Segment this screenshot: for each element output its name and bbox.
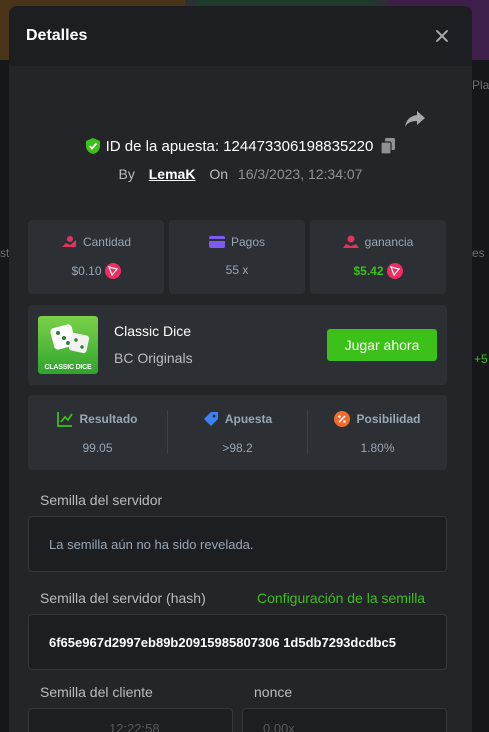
share-icon[interactable]: [404, 110, 426, 128]
client-seed-field[interactable]: 12:22:58: [28, 708, 233, 732]
game-provider: BC Originals: [114, 350, 193, 366]
background-right: [469, 60, 489, 732]
stat-card-payout: Pagos 55 x: [169, 220, 305, 294]
stat-label: ganancia: [364, 235, 414, 249]
tron-coin-icon: [104, 263, 121, 279]
bet-id-row: ID de la apuesta: 124473306198835220: [9, 138, 472, 155]
thumbnail-text: CLASSIC DICE: [44, 364, 92, 371]
bet-id: ID de la apuesta: 124473306198835220: [105, 138, 374, 155]
profit-hand-icon: [342, 235, 359, 248]
seed-settings-link[interactable]: Configuración de la semilla: [257, 590, 425, 606]
server-hash-label: Semilla del servidor (hash): [40, 590, 206, 606]
result-label: Apuesta: [224, 412, 273, 426]
stat-value: $0.10: [71, 264, 102, 278]
dice-icon: [50, 324, 90, 354]
server-hash-field[interactable]: 6f65e967d2997eb89b20915985807306 1d5db72…: [28, 614, 447, 670]
client-seed-label: Semilla del cliente: [40, 684, 153, 700]
result-label: Posibilidad: [356, 412, 421, 426]
game-name: Classic Dice: [114, 323, 192, 339]
modal-title: Detalles: [26, 27, 88, 44]
result-label: Resultado: [79, 412, 138, 426]
bet-author-row: By LemaK On 16/3/2023, 12:34:07: [9, 166, 472, 182]
wallet-icon: [208, 236, 225, 248]
stat-value: 55 x: [225, 263, 249, 277]
result-value: 1.80%: [360, 441, 395, 455]
background-text: +5: [474, 352, 488, 366]
background-text: es: [472, 246, 485, 260]
result-column: Apuesta >98.2: [168, 395, 307, 470]
game-card: CLASSIC DICE Classic Dice BC Originals J…: [28, 305, 447, 385]
nonce-label: nonce: [254, 684, 293, 700]
stat-label: Pagos: [230, 235, 266, 249]
result-column: Resultado 99.05: [28, 395, 167, 470]
modal-header: Detalles: [9, 6, 472, 66]
result-column: Posibilidad 1.80%: [308, 395, 447, 470]
play-now-button[interactable]: Jugar ahora: [327, 329, 437, 361]
server-seed-field: La semilla aún no ha sido revelada.: [28, 516, 447, 572]
bet-date: 16/3/2023, 12:34:07: [237, 166, 363, 182]
result-chart-icon: [57, 412, 74, 427]
on-label: On: [209, 166, 229, 182]
tron-coin-icon: [386, 263, 403, 279]
percent-icon: [334, 411, 351, 427]
result-value: >98.2: [222, 441, 253, 455]
stat-card-amount: Cantidad $0.10: [28, 220, 164, 294]
game-thumbnail[interactable]: CLASSIC DICE: [38, 316, 98, 374]
close-icon[interactable]: [434, 28, 450, 44]
stat-card-profit: ganancia $5.42: [310, 220, 446, 294]
shield-check-icon: [85, 138, 100, 154]
stat-label: Cantidad: [82, 235, 132, 249]
nonce-field[interactable]: 0.00x: [242, 708, 447, 732]
result-value: 99.05: [82, 441, 113, 455]
bet-tag-icon: [203, 412, 218, 426]
by-label: By: [118, 166, 135, 182]
username-link[interactable]: LemaK: [149, 166, 196, 182]
result-panel: Resultado 99.05 Apuesta >98.2 Posibilida…: [28, 395, 447, 470]
server-seed-label: Semilla del servidor: [40, 492, 163, 508]
background-text: st: [0, 246, 10, 260]
background-text: Pla: [472, 78, 489, 92]
stat-value: $5.42: [353, 264, 384, 278]
bet-details-modal: Detalles ID de la apuesta: 1244733061988…: [9, 6, 472, 732]
copy-icon[interactable]: [381, 138, 396, 154]
money-hand-icon: [61, 236, 76, 247]
